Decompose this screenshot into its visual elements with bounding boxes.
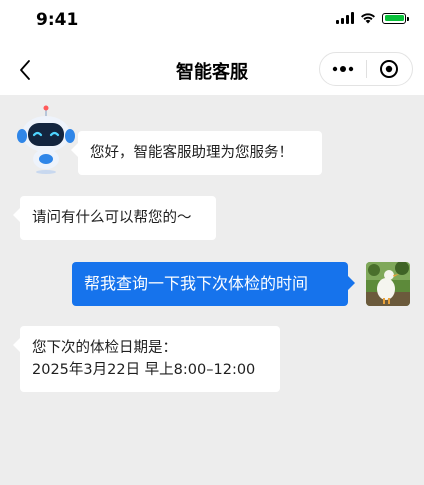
- robot-avatar-icon: [17, 105, 75, 174]
- wifi-icon: [361, 13, 375, 24]
- target-icon: [380, 60, 399, 78]
- user-avatar: [366, 262, 410, 306]
- message-text: 帮我查询一下我下次体检的时间: [84, 274, 309, 293]
- status-time: 9:41: [36, 10, 79, 30]
- message-text: 请问有什么可以帮您的～: [32, 210, 192, 226]
- more-dots-icon: [332, 66, 353, 72]
- message-text: 您好，智能客服助理为您服务！: [90, 145, 293, 161]
- battery-icon: [382, 12, 409, 24]
- bot-message-bubble: 您下次的体检日期是： 2025年3月22日 早上8:00–12:00: [13, 326, 280, 392]
- message-text-line: 您下次的体检日期是：: [32, 340, 177, 356]
- user-message-bubble: 帮我查询一下我下次体检的时间: [72, 262, 355, 306]
- more-button[interactable]: [320, 53, 366, 85]
- bot-message-bubble: 您好，智能客服助理为您服务！: [71, 131, 322, 175]
- message-text-line: 2025年3月22日 早上8:00–12:00: [32, 362, 256, 378]
- signal-icon: [336, 12, 354, 24]
- bot-message-bubble: 请问有什么可以帮您的～: [13, 196, 216, 240]
- status-icons: [336, 12, 409, 24]
- close-mini-program-button[interactable]: [366, 53, 412, 85]
- top-bar: 9:41 智能客服: [0, 0, 424, 95]
- mini-program-capsule: [319, 52, 413, 86]
